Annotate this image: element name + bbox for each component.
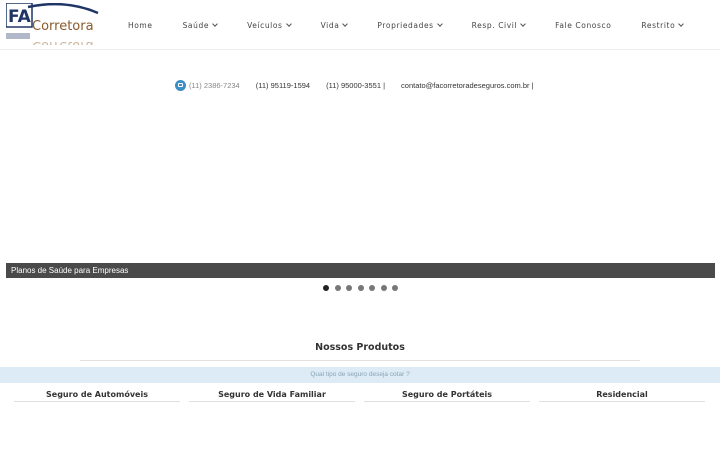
chevron-down-icon bbox=[436, 20, 443, 27]
slider-dot[interactable] bbox=[334, 285, 341, 291]
contact-bar: (11) 2386-7234 (11) 95119-1594 (11) 9500… bbox=[175, 79, 534, 91]
nav-label: Vida bbox=[320, 20, 340, 30]
slider-dot[interactable] bbox=[323, 285, 329, 291]
phone-landline[interactable]: (11) 2386-7234 bbox=[189, 81, 240, 90]
nav-label: Home bbox=[128, 20, 153, 30]
slider-dot[interactable] bbox=[369, 285, 375, 291]
main-nav: Home Saúde Veículos Vida Propriedades Re… bbox=[118, 0, 713, 50]
product-residencial[interactable]: Residencial bbox=[539, 390, 705, 402]
slider-dot[interactable] bbox=[346, 285, 352, 291]
nav-label: Fale Conosco bbox=[555, 20, 612, 30]
contact-email[interactable]: contato@facorretoradeseguros.com.br | bbox=[401, 81, 534, 90]
nav-resp-civil[interactable]: Resp. Civil bbox=[471, 20, 526, 30]
slider-caption[interactable]: Planos de Saúde para Empresas bbox=[6, 263, 715, 278]
nav-saude[interactable]: Saúde bbox=[183, 21, 218, 30]
slider-dots bbox=[323, 285, 404, 291]
nav-vida[interactable]: Vida bbox=[320, 20, 349, 30]
phone-mobile-1[interactable]: (11) 95119-1594 bbox=[256, 81, 310, 90]
chevron-down-icon bbox=[212, 20, 218, 27]
site-header: FA Corretora Corretora Home Saúde Veícul… bbox=[0, 0, 720, 50]
nav-propriedades[interactable]: Propriedades bbox=[377, 20, 443, 30]
logo-letters: FA bbox=[8, 7, 32, 27]
phone-icon bbox=[175, 79, 186, 91]
product-auto[interactable]: Seguro de Automóveis bbox=[14, 390, 180, 402]
slider-dot[interactable] bbox=[357, 285, 364, 291]
chevron-down-icon bbox=[678, 20, 685, 27]
nav-label: Resp. Civil bbox=[471, 20, 518, 30]
company-logo[interactable]: FA Corretora Corretora bbox=[6, 3, 100, 45]
logo-reflection: Corretora bbox=[32, 38, 94, 45]
slider-dot[interactable] bbox=[392, 285, 398, 291]
nav-restrito[interactable]: Restrito bbox=[641, 20, 685, 30]
slider-dot[interactable] bbox=[380, 285, 387, 291]
products-title: Nossos Produtos bbox=[315, 342, 405, 353]
chevron-down-icon bbox=[520, 20, 526, 27]
divider bbox=[80, 360, 640, 361]
nav-veiculos[interactable]: Veículos bbox=[247, 20, 292, 30]
product-vida-familiar[interactable]: Seguro de Vida Familiar bbox=[189, 390, 355, 402]
chevron-down-icon bbox=[342, 20, 349, 27]
nav-label: Restrito bbox=[641, 20, 676, 30]
product-portateis[interactable]: Seguro de Portáteis bbox=[364, 390, 530, 402]
nav-label: Veículos bbox=[247, 20, 283, 30]
quote-prompt[interactable]: Qual tipo de seguro deseja cotar ? bbox=[0, 367, 720, 383]
nav-label: Saúde bbox=[182, 20, 210, 30]
chevron-down-icon bbox=[285, 20, 292, 27]
nav-label: Propriedades bbox=[377, 20, 434, 30]
phone-mobile-2[interactable]: (11) 95000-3551 | bbox=[326, 81, 385, 90]
nav-fale-conosco[interactable]: Fale Conosco bbox=[555, 21, 611, 30]
nav-home[interactable]: Home bbox=[128, 21, 153, 30]
logo-wordmark: Corretora bbox=[32, 19, 94, 34]
